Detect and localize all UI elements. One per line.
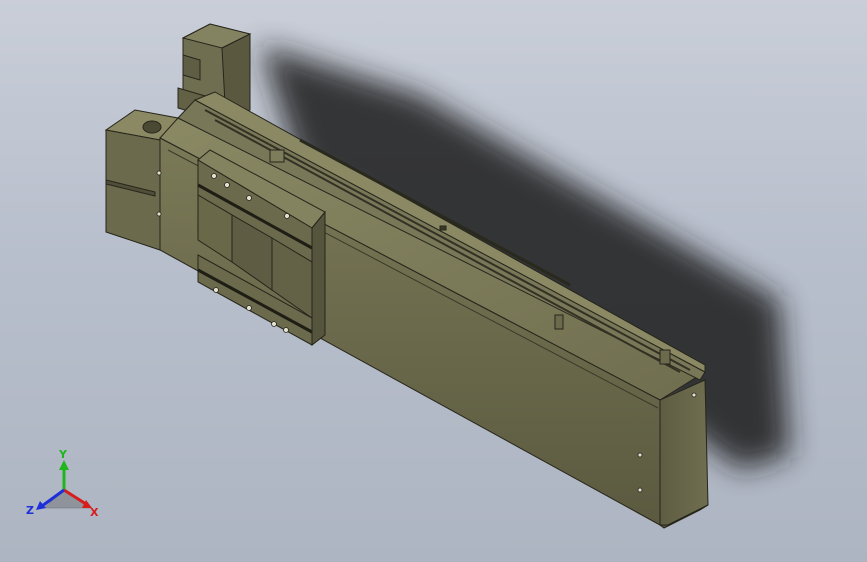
- z-axis-label: Z: [26, 504, 34, 517]
- x-axis-label: X: [90, 506, 99, 519]
- linear-actuator-model[interactable]: [0, 0, 867, 562]
- y-axis-arrow-icon: [59, 460, 69, 470]
- y-axis-label: Y: [58, 448, 68, 461]
- axis-triad: Y X Z: [26, 448, 99, 519]
- graphics-viewport[interactable]: Y X Z: [0, 0, 867, 562]
